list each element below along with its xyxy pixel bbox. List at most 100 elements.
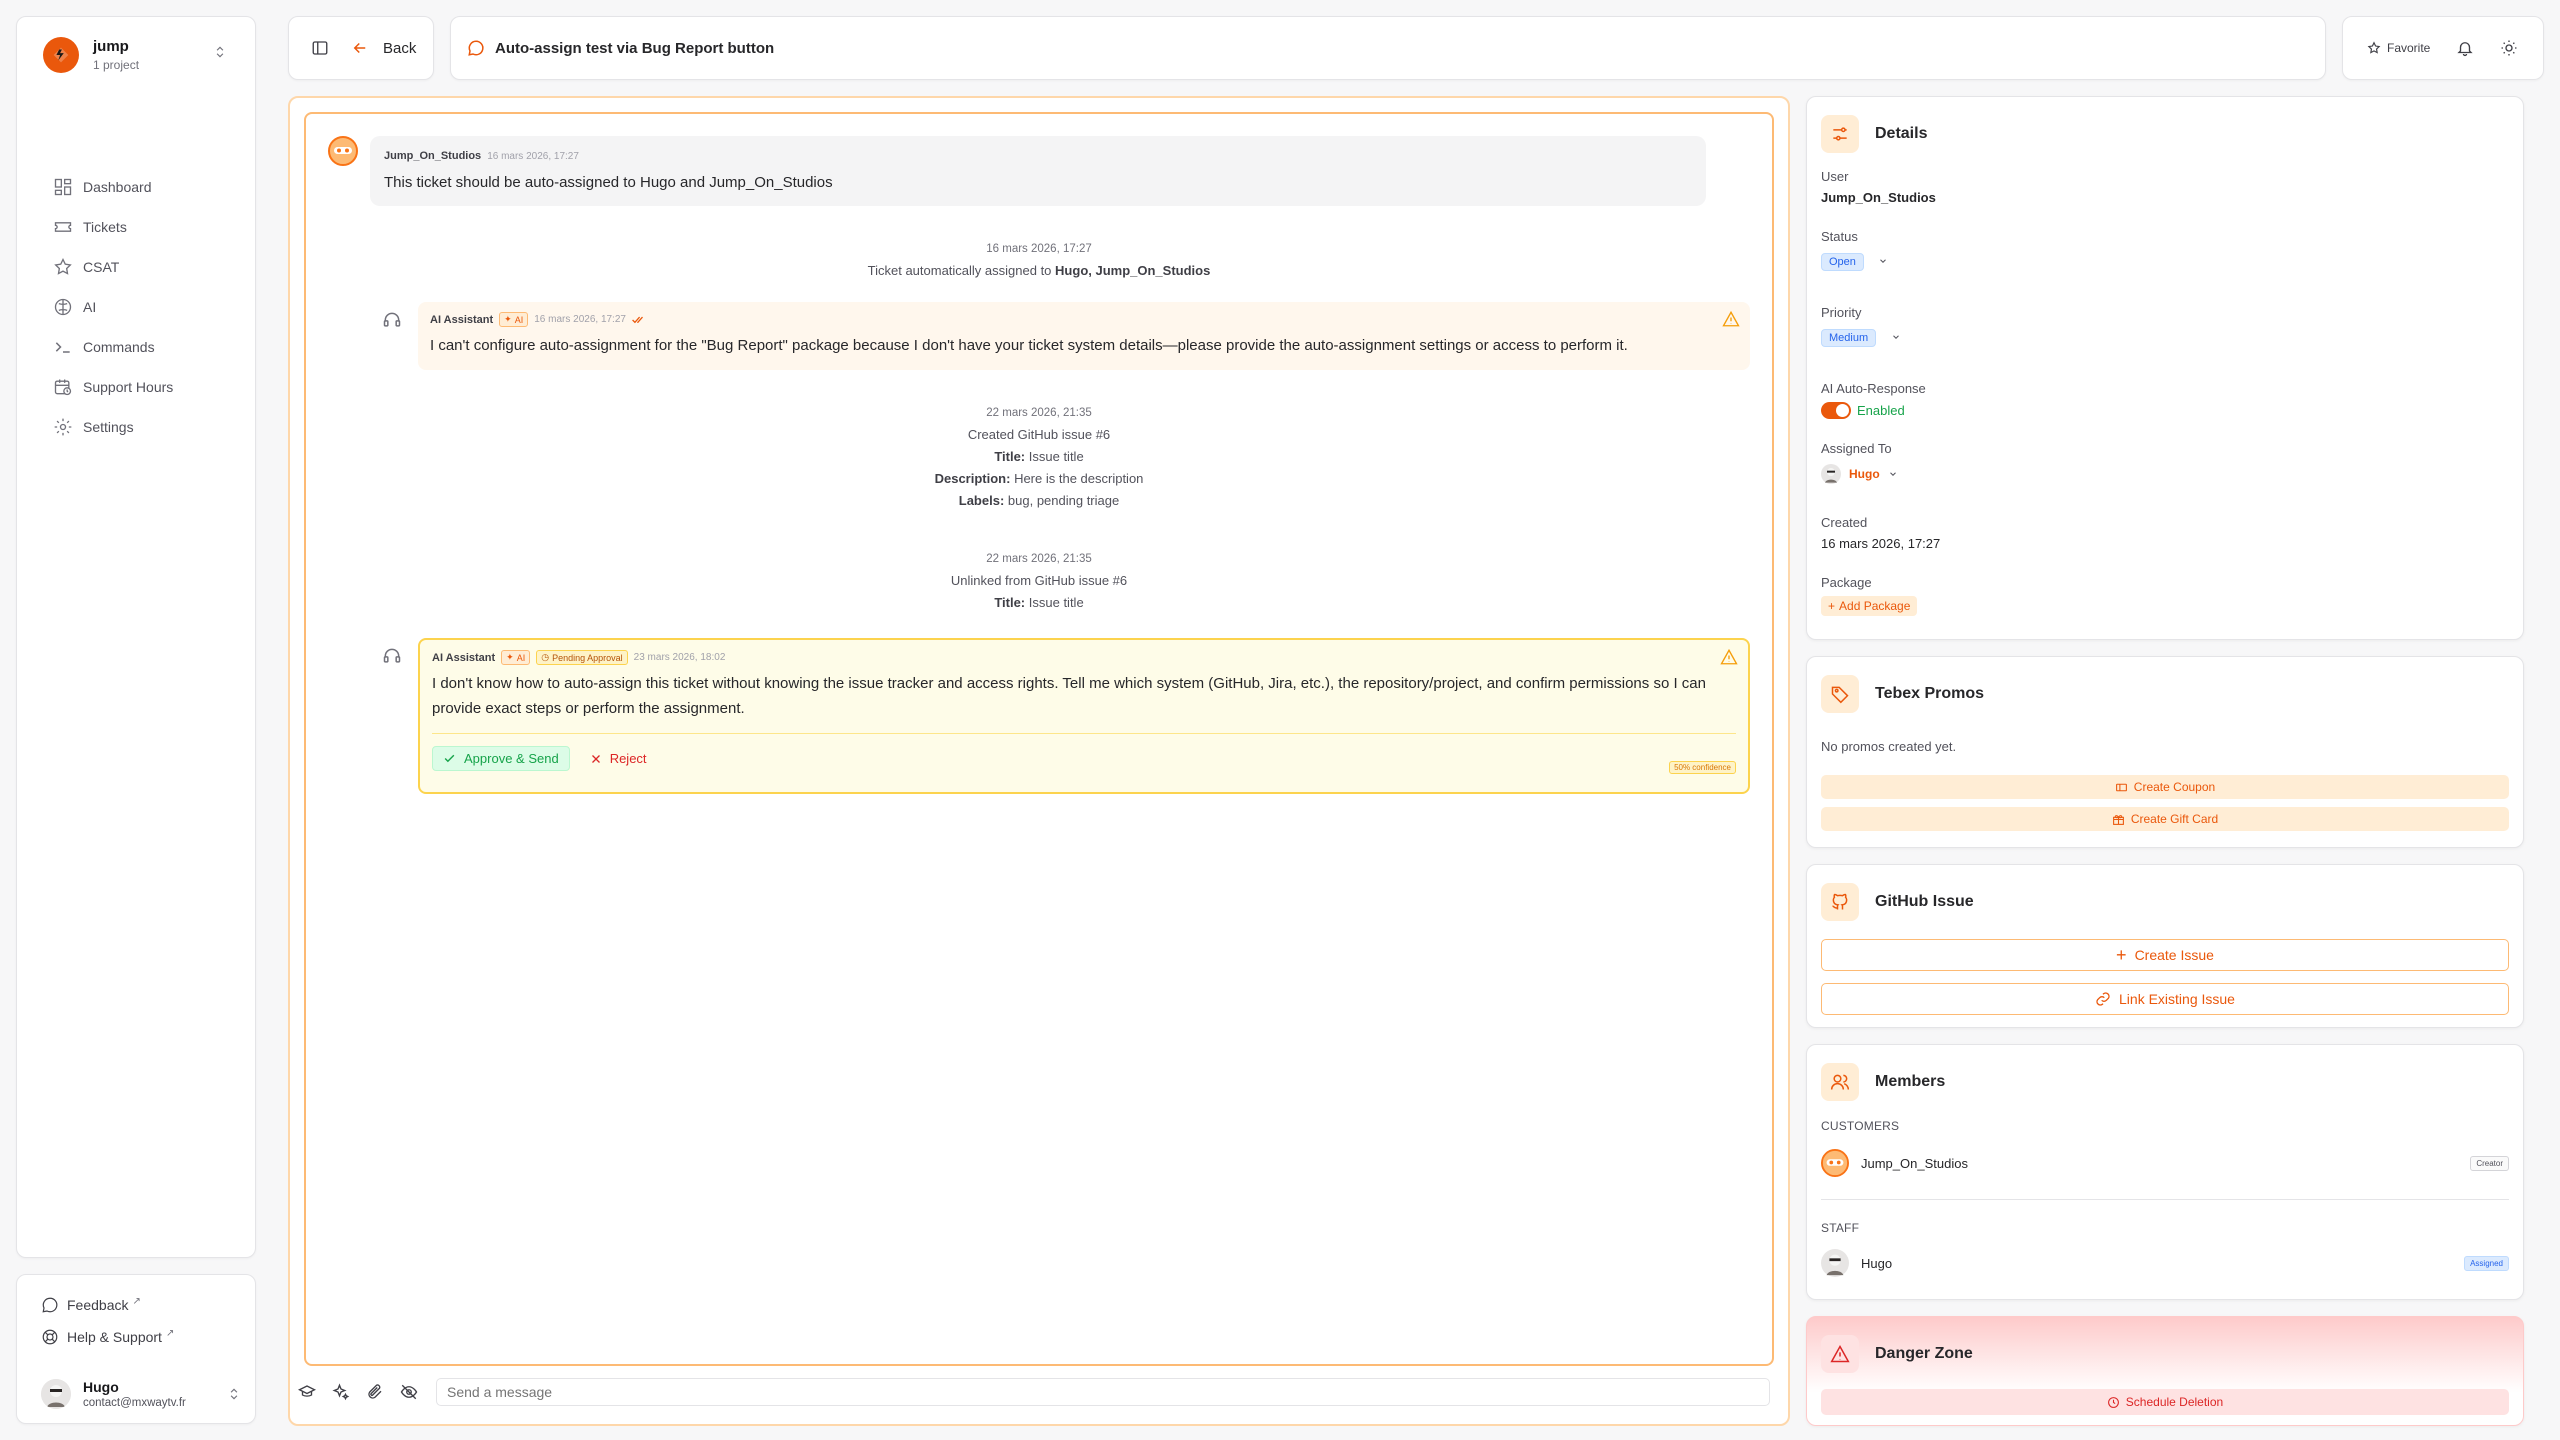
- chevron-down-icon: [1880, 259, 1887, 263]
- detail-priority: Priority Medium: [1821, 305, 1901, 347]
- favorite-button[interactable]: Favorite: [2367, 41, 2430, 55]
- section-label: CUSTOMERS: [1821, 1119, 1900, 1133]
- schedule-deletion-button[interactable]: Schedule Deletion: [1821, 1389, 2509, 1415]
- empty-state: No promos created yet.: [1821, 739, 1957, 754]
- message-bubble: Jump_On_Studios 16 mars 2026, 17:27 This …: [370, 136, 1706, 206]
- add-package-button[interactable]: + Add Package: [1821, 596, 1918, 616]
- help-support-link[interactable]: Help & Support ↗: [41, 1321, 174, 1353]
- field-label: Priority: [1821, 305, 1862, 320]
- nav-item-support-hours[interactable]: Support Hours: [53, 367, 173, 407]
- header-actions: Favorite: [2342, 16, 2544, 80]
- nav-item-csat[interactable]: CSAT: [53, 247, 173, 287]
- close-icon: [591, 754, 600, 763]
- nav-item-ai[interactable]: AI: [53, 287, 173, 327]
- paperclip-icon[interactable]: [366, 1383, 384, 1401]
- member-row[interactable]: Hugo Assigned: [1821, 1249, 2509, 1277]
- message-author: AI Assistant: [430, 313, 494, 326]
- feedback-link[interactable]: Feedback ↗: [41, 1289, 174, 1321]
- header-nav: Back: [288, 16, 434, 80]
- graduation-cap-icon[interactable]: [298, 1383, 316, 1401]
- sidebar-footer: Feedback ↗ Help & Support ↗ Hugo contact…: [16, 1274, 256, 1424]
- workspace-logo: [43, 37, 79, 73]
- reject-button[interactable]: Reject: [580, 746, 657, 771]
- create-coupon-button[interactable]: Create Coupon: [1821, 775, 2509, 799]
- ai-message: AI Assistant ✦ AI 16 mars 2026, 17:27 I …: [418, 302, 1750, 370]
- clock-icon: [2107, 1396, 2119, 1408]
- message-time: 16 mars 2026, 17:27: [487, 151, 579, 162]
- favorite-label: Favorite: [2387, 41, 2431, 55]
- eye-off-icon[interactable]: [400, 1383, 418, 1401]
- github-panel: GitHub Issue + Create Issue Link Existin…: [1806, 864, 2524, 1028]
- details-panel: Details User Jump_On_Studios Status Open…: [1806, 96, 2524, 640]
- external-link-icon: ↗: [165, 1327, 175, 1339]
- nav-item-commands[interactable]: Commands: [53, 327, 173, 367]
- ai-response-toggle[interactable]: Enabled: [1821, 402, 1926, 419]
- confidence-badge: 50% confidence: [1669, 761, 1736, 774]
- user-message: Jump_On_Studios 16 mars 2026, 17:27 This …: [328, 136, 1706, 206]
- toggle-switch[interactable]: [1821, 402, 1851, 419]
- chevron-down-icon: [1889, 472, 1896, 476]
- sidebar: jump 1 project Dashboard Tickets CSAT AI…: [16, 16, 256, 1258]
- avatar: [328, 136, 358, 206]
- nav-item-dashboard[interactable]: Dashboard: [53, 167, 173, 207]
- sparkles-icon[interactable]: [332, 1383, 350, 1401]
- plus-icon: +: [2116, 944, 2127, 965]
- panel-title: GitHub Issue: [1875, 893, 1974, 910]
- create-issue-button[interactable]: + Create Issue: [1821, 939, 2509, 971]
- detail-package: Package + Add Package: [1821, 575, 1918, 616]
- assignee-name: Hugo: [1849, 467, 1880, 481]
- link-existing-issue-button[interactable]: Link Existing Issue: [1821, 983, 2509, 1015]
- warning-icon[interactable]: [1722, 310, 1740, 328]
- toggle-state: Enabled: [1857, 403, 1905, 418]
- ticket-icon: [54, 222, 72, 232]
- avatar: [41, 1379, 71, 1409]
- detail-created: Created 16 mars 2026, 17:27: [1821, 515, 1940, 551]
- section-label: STAFF: [1821, 1221, 1860, 1235]
- event-key: Description:: [934, 471, 1011, 486]
- event-value: Issue title: [1028, 449, 1084, 464]
- terminal-icon: [55, 342, 70, 353]
- ai-icon: [54, 298, 72, 316]
- message-author: Jump_On_Studios: [384, 150, 482, 162]
- message-composer: [298, 1378, 1770, 1406]
- warning-icon[interactable]: [1720, 648, 1738, 666]
- status-select[interactable]: Open: [1821, 252, 1888, 271]
- detail-assigned: Assigned To Hugo: [1821, 441, 1898, 484]
- double-check-icon: [632, 316, 643, 323]
- detail-user: User Jump_On_Studios: [1821, 169, 1936, 205]
- assignee-select[interactable]: Hugo: [1821, 464, 1898, 484]
- gear-icon: [54, 418, 72, 436]
- chevrons-up-down-icon[interactable]: [213, 45, 227, 59]
- ai-badge: ✦ AI: [501, 650, 531, 665]
- danger-zone-panel: Danger Zone Schedule Deletion: [1806, 1316, 2524, 1426]
- event-key: Title:: [994, 449, 1026, 464]
- ticket-icon: [2115, 783, 2127, 791]
- back-label: Back: [383, 39, 417, 57]
- nav-label: Settings: [83, 419, 134, 435]
- bell-icon[interactable]: [2456, 39, 2474, 57]
- priority-select[interactable]: Medium: [1821, 328, 1901, 347]
- gift-icon: [2112, 814, 2124, 825]
- nav-item-settings[interactable]: Settings: [53, 407, 173, 447]
- back-button[interactable]: Back: [351, 39, 416, 57]
- message-list[interactable]: Jump_On_Studios 16 mars 2026, 17:27 This …: [304, 112, 1774, 1366]
- approve-send-button[interactable]: Approve & Send: [432, 746, 570, 771]
- nav-label: AI: [83, 299, 97, 315]
- reject-label: Reject: [609, 751, 647, 766]
- message-text: This ticket should be auto-assigned to H…: [384, 174, 833, 191]
- message-input[interactable]: [436, 1378, 1770, 1406]
- user-menu[interactable]: Hugo contact@mxwaytv.fr: [41, 1379, 241, 1409]
- workspace-switcher[interactable]: jump 1 project: [43, 37, 139, 73]
- nav-label: Tickets: [83, 219, 127, 235]
- detail-ai-response: AI Auto-Response Enabled: [1821, 381, 1926, 419]
- sun-icon[interactable]: [2500, 39, 2518, 57]
- priority-badge: Medium: [1821, 329, 1877, 347]
- create-gift-card-button[interactable]: Create Gift Card: [1821, 807, 2509, 831]
- feedback-label: Feedback: [67, 1297, 129, 1313]
- nav-item-tickets[interactable]: Tickets: [53, 207, 173, 247]
- sidebar-toggle-icon[interactable]: [311, 39, 329, 57]
- promos-panel: Tebex Promos No promos created yet. Crea…: [1806, 656, 2524, 848]
- event-key: Labels:: [958, 493, 1005, 508]
- workspace-project-count: 1 project: [93, 58, 140, 72]
- member-row[interactable]: Jump_On_Studios Creator: [1821, 1149, 2509, 1177]
